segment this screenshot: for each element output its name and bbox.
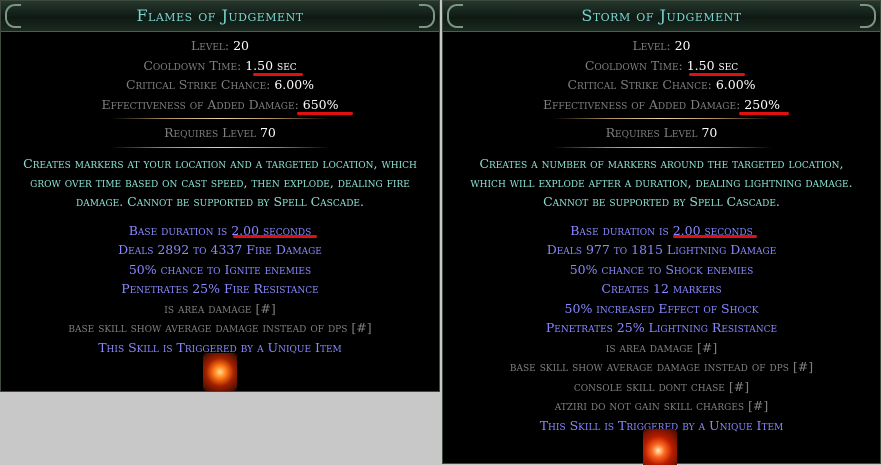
separator (110, 146, 330, 148)
skill-title: Storm of Judgement (581, 6, 742, 25)
mod-line: base skill show average damage instead o… (509, 359, 814, 374)
mod-line: Penetrates 25% Lightning Resistance (545, 320, 778, 335)
mod-line: atziri do not gain skill charges [#] (554, 398, 769, 413)
effectiveness-line: Effectiveness of Added Damage: 650% (101, 96, 339, 112)
highlight-underline (297, 112, 353, 115)
requires-line: Requires Level 70 (605, 125, 718, 140)
mod-line: Creates 12 markers (601, 281, 722, 296)
highlight-underline (233, 235, 317, 238)
skill-description: Creates markers at your location and a t… (23, 155, 417, 209)
header-ornament-left-icon (5, 4, 21, 28)
mod-line: Deals 2892 to 4337 Fire Damage (118, 242, 322, 257)
level-line: Level: 20 (190, 38, 250, 53)
mod-line: 50% chance to Ignite enemies (128, 261, 312, 277)
cooldown-line: Cooldown Time: 1.50 sec (584, 57, 739, 73)
cooldown-value: 1.50 sec (686, 57, 739, 73)
cooldown-value: 1.50 sec (245, 57, 297, 73)
effectiveness-line: Effectiveness of Added Damage: 250% (542, 96, 781, 112)
mod-line: Base duration is 2.00 seconds (570, 222, 753, 238)
header-ornament-left-icon (447, 4, 463, 28)
tooltip-header: Flames of Judgement (1, 1, 439, 32)
effectiveness-value: 250% (744, 96, 781, 112)
mod-line: 50% chance to Shock enemies (569, 261, 754, 277)
separator (551, 118, 772, 119)
effectiveness-value: 650% (302, 96, 339, 112)
mod-line: console skill dont chase [#] (573, 378, 750, 394)
skill-description: Creates a number of markers around the t… (470, 155, 853, 209)
mod-line: Base duration is 2.00 seconds (128, 222, 312, 238)
mod-line: is area damage [#] (605, 339, 718, 355)
skill-tooltip-storm: Storm of Judgement Level: 20 Cooldown Ti… (442, 0, 881, 465)
mod-line: Deals 977 to 1815 Lightning Damage (546, 242, 777, 257)
crit-line: Critical Strike Chance: 6.00% (567, 77, 756, 92)
skill-mods: Base duration is 2.00 seconds Deals 977 … (443, 221, 880, 436)
separator (551, 146, 772, 148)
lightning-storm-icon (643, 429, 677, 465)
mod-line: base skill show average damage instead o… (68, 320, 372, 335)
highlight-underline (689, 73, 745, 76)
header-ornament-right-icon (419, 4, 435, 28)
highlight-underline (739, 112, 789, 115)
skill-title: Flames of Judgement (136, 6, 304, 25)
requires-line: Requires Level 70 (164, 125, 276, 140)
mod-line: Penetrates 25% Fire Resistance (121, 281, 319, 296)
separator (110, 118, 330, 119)
highlight-underline (253, 73, 303, 76)
skill-tooltip-flames: Flames of Judgement Level: 20 Cooldown T… (0, 0, 440, 392)
mod-line: is area damage [#] (164, 300, 276, 316)
tooltip-header: Storm of Judgement (443, 1, 880, 32)
crit-line: Critical Strike Chance: 6.00% (125, 77, 315, 92)
level-line: Level: 20 (632, 38, 691, 53)
header-ornament-right-icon (860, 4, 876, 28)
skill-mods: Base duration is 2.00 seconds Deals 2892… (1, 221, 439, 358)
fire-ring-icon (203, 353, 237, 391)
highlight-underline (673, 235, 757, 238)
mod-line: 50% increased Effect of Shock (564, 300, 759, 316)
cooldown-line: Cooldown Time: 1.50 sec (143, 57, 297, 73)
